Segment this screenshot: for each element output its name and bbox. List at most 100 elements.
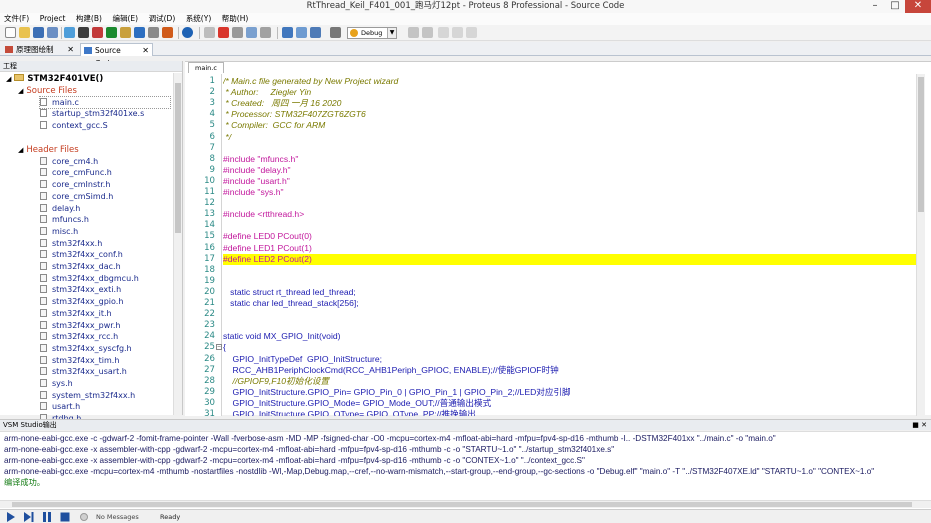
- cut-icon[interactable]: [438, 27, 449, 38]
- close-icon[interactable]: ✕: [67, 43, 74, 56]
- tree-header-file[interactable]: stm32f4xx_pwr.h: [40, 320, 120, 332]
- collapse-arrow-icon[interactable]: ◢: [18, 87, 23, 95]
- paste-icon[interactable]: [452, 27, 463, 38]
- add-file-icon[interactable]: [204, 27, 215, 38]
- menu-edit[interactable]: 编辑(E): [108, 13, 142, 25]
- tree-header-file[interactable]: usart.h: [40, 401, 80, 413]
- code-line[interactable]: //GPIOF9,F10初始化设置: [223, 376, 916, 387]
- undo-icon[interactable]: [408, 27, 419, 38]
- build-icon[interactable]: [282, 27, 293, 38]
- editor-file-tab[interactable]: main.c: [188, 62, 224, 73]
- open-folder-icon[interactable]: [19, 27, 30, 38]
- collapse-arrow-icon[interactable]: ◢: [6, 75, 11, 83]
- tab-schematic[interactable]: 原理图绘制 ✕: [2, 43, 77, 56]
- close-window-button[interactable]: ✕: [905, 0, 931, 13]
- tree-header-file[interactable]: stm32f4xx_it.h: [40, 308, 112, 320]
- save-icon[interactable]: [33, 27, 44, 38]
- code-line[interactable]: GPIO_InitStructure.GPIO_OType= GPIO_OTyp…: [223, 409, 916, 416]
- scrollbar-thumb[interactable]: [175, 83, 181, 233]
- code-line[interactable]: * Processor: STM32F407ZGT6ZGT6: [223, 109, 916, 120]
- gerber-icon[interactable]: [120, 27, 131, 38]
- code-line[interactable]: #include "usart.h": [223, 176, 916, 187]
- code-line[interactable]: static char led_thread_stack[256];: [223, 298, 916, 309]
- tree-header-file[interactable]: core_cmFunc.h: [40, 167, 112, 179]
- source-code-icon[interactable]: [162, 27, 173, 38]
- tab-source-code[interactable]: Source Code ✕: [80, 43, 153, 68]
- maximize-button[interactable]: □: [885, 0, 905, 13]
- panel-pin-close-icon[interactable]: ■ ✕: [912, 420, 927, 431]
- tree-root[interactable]: ◢ STM32F401VE(): [6, 73, 103, 85]
- scrollbar-thumb[interactable]: [918, 77, 924, 212]
- menu-build[interactable]: 构建(B): [72, 13, 106, 25]
- code-line[interactable]: #define LED1 PCout(1): [223, 243, 916, 254]
- menu-file[interactable]: 文件(F): [0, 13, 33, 25]
- scrollbar-thumb[interactable]: [12, 502, 912, 507]
- project-scrollbar[interactable]: [173, 73, 182, 415]
- tree-header-file[interactable]: stm32f4xx_dbgmcu.h: [40, 273, 139, 285]
- menu-project[interactable]: Project: [36, 13, 70, 25]
- tree-header-file[interactable]: core_cm4.h: [40, 156, 98, 168]
- code-line[interactable]: /* Main.c file generated by New Project …: [223, 76, 916, 87]
- tree-header-file[interactable]: stm32f4xx_gpio.h: [40, 296, 123, 308]
- fold-toggle-icon[interactable]: −: [216, 344, 222, 351]
- tree-source-file[interactable]: main.c: [39, 95, 171, 110]
- clean-icon[interactable]: [310, 27, 321, 38]
- code-line[interactable]: [223, 265, 916, 276]
- menu-debug[interactable]: 调试(D): [145, 13, 180, 25]
- tree-header-file[interactable]: core_cmSimd.h: [40, 191, 113, 203]
- step-icon[interactable]: [24, 512, 34, 522]
- tree-source-group[interactable]: ◢ Source Files: [18, 85, 77, 97]
- menu-system[interactable]: 系统(Y): [182, 13, 215, 25]
- code-line[interactable]: */: [223, 132, 916, 143]
- collapse-arrow-icon[interactable]: ◢: [18, 146, 23, 154]
- new-file-icon[interactable]: [5, 27, 16, 38]
- tree-header-file[interactable]: stm32f4xx_exti.h: [40, 284, 121, 296]
- minimize-button[interactable]: –: [865, 0, 885, 13]
- import-icon[interactable]: [246, 27, 257, 38]
- code-line[interactable]: RCC_AHB1PeriphClockCmd(RCC_AHB1Periph_GP…: [223, 365, 916, 376]
- editor-scrollbar[interactable]: [916, 74, 925, 416]
- code-line[interactable]: GPIO_InitStructure.GPIO_Pin= GPIO_Pin_0 …: [223, 387, 916, 398]
- remove-file-icon[interactable]: [218, 27, 229, 38]
- menu-help[interactable]: 帮助(H): [218, 13, 253, 25]
- code-line[interactable]: #include "mfuncs.h": [223, 154, 916, 165]
- tree-header-file[interactable]: stm32f4xx_dac.h: [40, 261, 121, 273]
- code-line[interactable]: * Compiler: GCC for ARM: [223, 120, 916, 131]
- code-line[interactable]: * Author: Ziegler Yin: [223, 87, 916, 98]
- bom-icon[interactable]: [134, 27, 145, 38]
- copy-icon[interactable]: [232, 27, 243, 38]
- redo-icon[interactable]: [422, 27, 433, 38]
- output-hscrollbar[interactable]: [0, 500, 931, 508]
- tree-header-file[interactable]: system_stm32f4xx.h: [40, 390, 135, 402]
- save-all-icon[interactable]: [47, 27, 58, 38]
- code-line[interactable]: static struct rt_thread led_thread;: [223, 287, 916, 298]
- code-line[interactable]: [223, 143, 916, 154]
- code-line[interactable]: #define LED2 PCout(2): [223, 253, 916, 265]
- build-config-select[interactable]: Debug ▼: [347, 27, 397, 39]
- pause-icon[interactable]: [42, 512, 52, 522]
- code-line[interactable]: [223, 198, 916, 209]
- settings-icon[interactable]: [330, 27, 341, 38]
- tree-header-group[interactable]: ◢ Header Files: [18, 144, 79, 156]
- pcb-layout-icon[interactable]: [92, 27, 103, 38]
- code-area[interactable]: /* Main.c file generated by New Project …: [223, 74, 916, 416]
- find-icon[interactable]: [466, 27, 477, 38]
- help-icon[interactable]: [182, 27, 193, 38]
- 3d-view-icon[interactable]: [106, 27, 117, 38]
- tree-header-file[interactable]: delay.h: [40, 203, 80, 215]
- code-line[interactable]: [223, 320, 916, 331]
- code-line[interactable]: #define LED0 PCout(0): [223, 231, 916, 242]
- code-line[interactable]: [223, 276, 916, 287]
- output-panel[interactable]: arm-none-eabi-gcc.exe -c -gdwarf-2 -fomi…: [0, 431, 931, 509]
- code-line[interactable]: [223, 309, 916, 320]
- code-line[interactable]: [223, 220, 916, 231]
- tree-header-file[interactable]: stm32f4xx.h: [40, 238, 102, 250]
- stop-icon[interactable]: [60, 512, 70, 522]
- tree-source-file[interactable]: context_gcc.S: [40, 120, 108, 132]
- code-line[interactable]: static void MX_GPIO_Init(void): [223, 331, 916, 342]
- tree-header-file[interactable]: core_cmInstr.h: [40, 179, 110, 191]
- code-line[interactable]: #include "sys.h": [223, 187, 916, 198]
- code-line[interactable]: GPIO_InitTypeDef GPIO_InitStructure;: [223, 354, 916, 365]
- export-icon[interactable]: [260, 27, 271, 38]
- tree-header-file[interactable]: sys.h: [40, 378, 73, 390]
